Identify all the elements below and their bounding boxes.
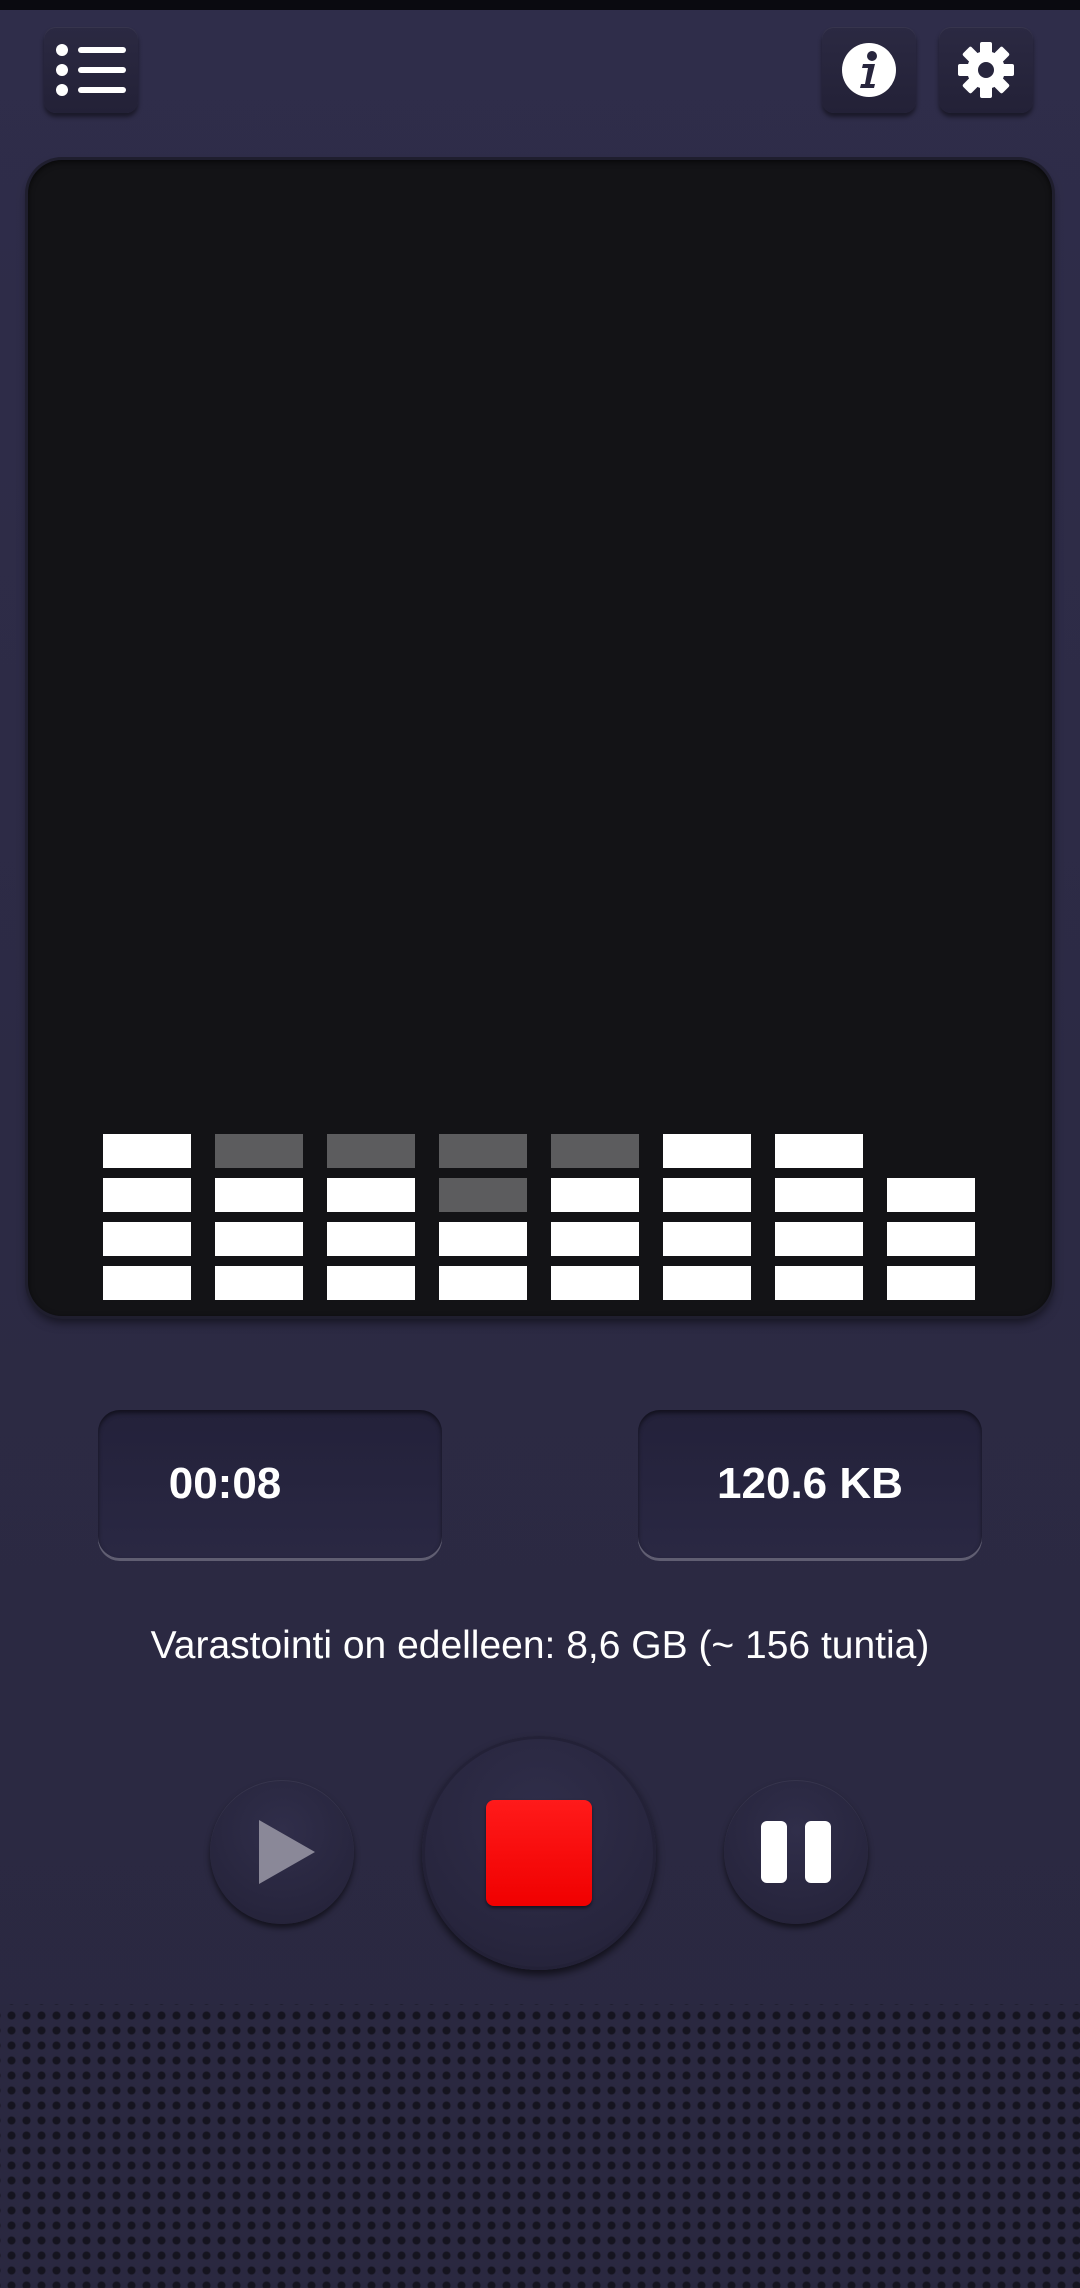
level-segment-dim [551, 1134, 639, 1168]
pause-button[interactable] [724, 1780, 868, 1924]
level-segment-active [103, 1178, 191, 1212]
level-segment-active [663, 1266, 751, 1300]
level-segment-active [887, 1222, 975, 1256]
audio-level-visualizer [28, 160, 1052, 1316]
level-segment-active [103, 1222, 191, 1256]
level-segment-active [103, 1266, 191, 1300]
level-segment-active [327, 1222, 415, 1256]
play-button[interactable] [210, 1780, 354, 1924]
list-menu-icon [56, 42, 126, 98]
level-segment-active [215, 1178, 303, 1212]
level-segment-dim [439, 1134, 527, 1168]
info-button[interactable] [822, 27, 916, 113]
pause-icon [761, 1821, 831, 1883]
gear-icon [958, 42, 1014, 98]
info-icon [842, 43, 896, 97]
level-segment-active [215, 1222, 303, 1256]
level-segment-active [439, 1266, 527, 1300]
menu-button[interactable] [44, 27, 138, 113]
level-segment-dim [215, 1134, 303, 1168]
settings-button[interactable] [939, 27, 1033, 113]
level-segment-active [775, 1222, 863, 1256]
file-size-display: 120.6 KB [638, 1410, 982, 1558]
speaker-grille [0, 2004, 1080, 2288]
level-segment-active [887, 1178, 975, 1212]
elapsed-time: 00:08 [168, 1459, 282, 1508]
stop-icon [486, 1800, 592, 1906]
level-segment-active [887, 1266, 975, 1300]
level-segment-active [663, 1222, 751, 1256]
level-segment-active [663, 1178, 751, 1212]
level-segment-active [775, 1134, 863, 1168]
level-segment-active [775, 1178, 863, 1212]
level-segment-active [663, 1134, 751, 1168]
level-segment-active [327, 1178, 415, 1212]
elapsed-time-display: 00:08 [98, 1410, 442, 1558]
level-segment-active [551, 1222, 639, 1256]
level-segment-dim [327, 1134, 415, 1168]
level-segment-active [551, 1178, 639, 1212]
level-segment-active [439, 1222, 527, 1256]
level-segment-dim [439, 1178, 527, 1212]
level-segment-active [327, 1266, 415, 1300]
level-segment-active [551, 1266, 639, 1300]
status-bar [0, 0, 1080, 10]
level-segment-active [215, 1266, 303, 1300]
stop-record-button[interactable] [422, 1736, 656, 1970]
recorder-screen: 00:08 120.6 KB Varastointi on edelleen: … [0, 0, 1080, 2288]
storage-remaining-text: Varastointi on edelleen: 8,6 GB (~ 156 t… [150, 1624, 930, 1667]
file-size: 120.6 KB [717, 1459, 903, 1508]
play-icon [259, 1820, 315, 1884]
level-segment-active [103, 1134, 191, 1168]
level-segment-active [775, 1266, 863, 1300]
